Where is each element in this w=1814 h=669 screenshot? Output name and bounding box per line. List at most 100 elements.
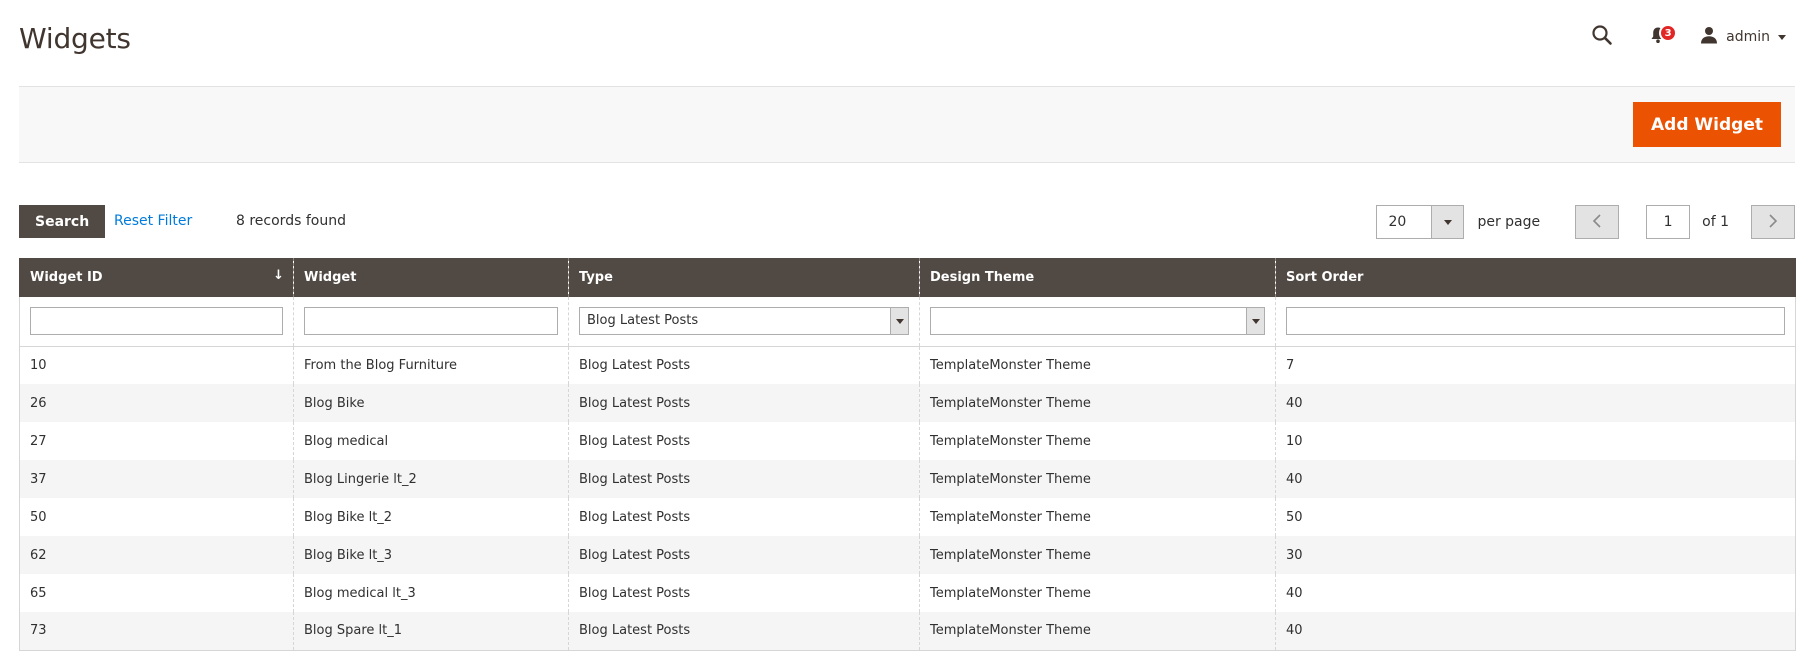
table-row[interactable]: 37 Blog Lingerie lt_2 Blog Latest Posts … bbox=[19, 460, 1796, 498]
per-page-select[interactable]: 20 bbox=[1376, 205, 1465, 239]
user-icon bbox=[1700, 26, 1718, 48]
filter-cell bbox=[1275, 297, 1796, 347]
caret-down-icon bbox=[895, 318, 904, 324]
filter-cell bbox=[19, 297, 294, 347]
widget-id-filter-input[interactable] bbox=[30, 307, 283, 336]
per-page-toggle[interactable] bbox=[1431, 206, 1464, 238]
previous-page-button[interactable] bbox=[1575, 205, 1620, 239]
column-header-label: Design Theme bbox=[930, 270, 1035, 285]
cell-widget-id: 37 bbox=[19, 460, 294, 498]
cell-widget: Blog medical lt_3 bbox=[293, 574, 569, 612]
cell-widget-id: 27 bbox=[19, 422, 294, 460]
cell-type: Blog Latest Posts bbox=[568, 574, 920, 612]
cell-type: Blog Latest Posts bbox=[568, 612, 920, 651]
cell-design-theme: TemplateMonster Theme bbox=[919, 574, 1276, 612]
chevron-right-icon bbox=[1768, 212, 1778, 233]
cell-design-theme: TemplateMonster Theme bbox=[919, 460, 1276, 498]
type-filter-toggle[interactable] bbox=[890, 308, 908, 335]
sort-order-filter-input[interactable] bbox=[1286, 307, 1785, 336]
table-row[interactable]: 27 Blog medical Blog Latest Posts Templa… bbox=[19, 422, 1796, 460]
cell-design-theme: TemplateMonster Theme bbox=[919, 498, 1276, 536]
cell-widget-id: 50 bbox=[19, 498, 294, 536]
cell-type: Blog Latest Posts bbox=[568, 346, 920, 384]
table-row[interactable]: 26 Blog Bike Blog Latest Posts TemplateM… bbox=[19, 384, 1796, 422]
column-header-sort-order[interactable]: Sort Order bbox=[1275, 258, 1796, 297]
grid-toolbar: Search Reset Filter 8 records found 20 p… bbox=[19, 205, 1795, 239]
cell-design-theme: TemplateMonster Theme bbox=[919, 384, 1276, 422]
column-header-label: Type bbox=[579, 270, 613, 285]
cell-design-theme: TemplateMonster Theme bbox=[919, 422, 1276, 460]
cell-widget: Blog Spare lt_1 bbox=[293, 612, 569, 651]
column-header-label: Widget bbox=[304, 270, 357, 285]
cell-sort-order: 40 bbox=[1275, 460, 1796, 498]
per-page-value: 20 bbox=[1388, 214, 1407, 230]
cell-type: Blog Latest Posts bbox=[568, 460, 920, 498]
chevron-left-icon bbox=[1592, 212, 1602, 233]
table-row[interactable]: 50 Blog Bike lt_2 Blog Latest Posts Temp… bbox=[19, 498, 1796, 536]
table-row[interactable]: 10 From the Blog Furniture Blog Latest P… bbox=[19, 346, 1796, 384]
page-header: Widgets 3 admin bbox=[0, 0, 1814, 86]
column-header-label: Widget ID bbox=[30, 270, 103, 285]
sort-arrow-icon: ↓ bbox=[273, 268, 284, 283]
design-theme-filter-select[interactable] bbox=[930, 307, 1265, 336]
table-row[interactable]: 73 Blog Spare lt_1 Blog Latest Posts Tem… bbox=[19, 612, 1796, 651]
column-header-label: Sort Order bbox=[1286, 270, 1364, 285]
page-title: Widgets bbox=[19, 22, 131, 55]
cell-sort-order: 30 bbox=[1275, 536, 1796, 574]
search-icon bbox=[1591, 24, 1613, 50]
cell-widget: Blog medical bbox=[293, 422, 569, 460]
notification-count-badge: 3 bbox=[1659, 24, 1678, 42]
search-button[interactable]: Search bbox=[19, 205, 106, 238]
cell-widget: Blog Lingerie lt_2 bbox=[293, 460, 569, 498]
global-search-button[interactable] bbox=[1586, 21, 1618, 53]
filter-cell: Blog Latest Posts bbox=[568, 297, 920, 347]
column-header-type[interactable]: Type bbox=[568, 258, 920, 297]
cell-design-theme: TemplateMonster Theme bbox=[919, 536, 1276, 574]
cell-type: Blog Latest Posts bbox=[568, 422, 920, 460]
grid-rows: 10 From the Blog Furniture Blog Latest P… bbox=[19, 346, 1796, 651]
chevron-down-icon bbox=[1778, 34, 1786, 40]
cell-widget: Blog Bike lt_3 bbox=[293, 536, 569, 574]
add-widget-button[interactable]: Add Widget bbox=[1633, 102, 1781, 147]
cell-sort-order: 40 bbox=[1275, 384, 1796, 422]
widget-filter-input[interactable] bbox=[304, 307, 558, 336]
page-number-input[interactable] bbox=[1646, 205, 1691, 239]
cell-widget-id: 73 bbox=[19, 612, 294, 651]
widgets-grid: Widget ID ↓ Widget Type Design Theme Sort… bbox=[19, 258, 1796, 651]
cell-sort-order: 7 bbox=[1275, 346, 1796, 384]
cell-widget-id: 26 bbox=[19, 384, 294, 422]
cell-type: Blog Latest Posts bbox=[568, 498, 920, 536]
reset-filter-link[interactable]: Reset Filter bbox=[114, 213, 192, 229]
cell-widget-id: 65 bbox=[19, 574, 294, 612]
records-count: 8 records found bbox=[236, 213, 346, 229]
column-header-widget[interactable]: Widget bbox=[293, 258, 569, 297]
column-header-widget-id[interactable]: Widget ID ↓ bbox=[19, 258, 294, 297]
cell-widget-id: 62 bbox=[19, 536, 294, 574]
cell-sort-order: 40 bbox=[1275, 574, 1796, 612]
user-name: admin bbox=[1726, 29, 1770, 45]
grid-header-row: Widget ID ↓ Widget Type Design Theme Sort… bbox=[19, 258, 1796, 297]
header-actions: 3 admin bbox=[1586, 22, 1786, 52]
filter-row: Blog Latest Posts bbox=[19, 297, 1796, 347]
caret-down-icon bbox=[1443, 219, 1452, 225]
table-row[interactable]: 65 Blog medical lt_3 Blog Latest Posts T… bbox=[19, 574, 1796, 612]
table-row[interactable]: 62 Blog Bike lt_3 Blog Latest Posts Temp… bbox=[19, 536, 1796, 574]
cell-design-theme: TemplateMonster Theme bbox=[919, 346, 1276, 384]
cell-widget: Blog Bike bbox=[293, 384, 569, 422]
design-theme-filter-toggle[interactable] bbox=[1246, 308, 1264, 335]
notifications-button[interactable]: 3 bbox=[1642, 21, 1678, 53]
cell-widget: Blog Bike lt_2 bbox=[293, 498, 569, 536]
user-menu[interactable]: admin bbox=[1700, 26, 1786, 48]
cell-widget-id: 10 bbox=[19, 346, 294, 384]
filter-cell bbox=[293, 297, 569, 347]
filter-cell bbox=[919, 297, 1276, 347]
next-page-button[interactable] bbox=[1751, 205, 1795, 239]
cell-sort-order: 50 bbox=[1275, 498, 1796, 536]
cell-type: Blog Latest Posts bbox=[568, 384, 920, 422]
pager: 20 per page of 1 bbox=[1376, 205, 1795, 239]
type-filter-value: Blog Latest Posts bbox=[587, 313, 699, 329]
column-header-design-theme[interactable]: Design Theme bbox=[919, 258, 1276, 297]
cell-sort-order: 40 bbox=[1275, 612, 1796, 651]
cell-type: Blog Latest Posts bbox=[568, 536, 920, 574]
type-filter-select[interactable]: Blog Latest Posts bbox=[579, 307, 909, 336]
